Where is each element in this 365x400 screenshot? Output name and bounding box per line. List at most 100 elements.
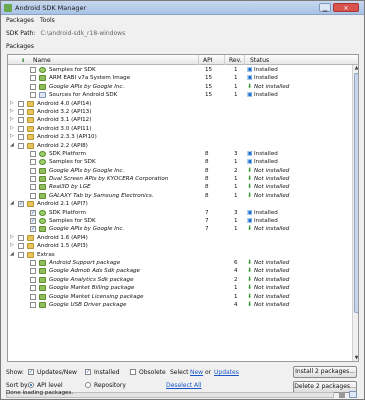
table-row[interactable]: ▷ Android 3.1 (API12) — [8, 116, 358, 124]
row-checkbox[interactable] — [30, 75, 36, 82]
row-checkbox[interactable] — [18, 251, 24, 258]
table-row[interactable]: Sources for Android SDK 15 1 ▣ Installed — [8, 91, 358, 99]
installed-checkbox[interactable]: ✓ — [85, 369, 91, 375]
table-row[interactable]: Google Market Billing package 1 ⬇ Not insta… — [8, 284, 358, 292]
column-rev[interactable]: Rev. — [229, 57, 242, 64]
table-row[interactable]: ▷ Android 3.0 (API11) — [8, 125, 358, 133]
expand-arrow-icon[interactable]: ▷ — [10, 125, 14, 131]
row-checkbox[interactable] — [18, 117, 24, 124]
row-checkbox[interactable] — [18, 108, 24, 115]
row-checkbox[interactable] — [18, 234, 24, 241]
select-new-link[interactable]: New — [190, 369, 203, 376]
table-row[interactable]: ◢ Android 2.2 (API8) — [8, 142, 358, 150]
table-row[interactable]: ▷ Android 4.0 (API14) — [8, 100, 358, 108]
row-checkbox[interactable] — [30, 150, 36, 157]
row-checkbox[interactable] — [30, 92, 36, 99]
column-status[interactable]: Status — [250, 57, 269, 64]
table-row[interactable]: ✓ SDK Platform 7 3 ▣ Installed — [8, 209, 358, 217]
table-row[interactable]: ◢ ✓ Android 2.1 (API7) — [8, 200, 358, 208]
row-checkbox[interactable] — [30, 276, 36, 283]
row-checkbox[interactable]: ✓ — [18, 201, 24, 208]
row-checkbox[interactable]: ✓ — [30, 226, 36, 233]
download-status-icon: ⬇ — [247, 175, 253, 183]
row-checkbox[interactable] — [30, 83, 36, 90]
vertical-scrollbar[interactable]: ▲ ▼ — [352, 65, 358, 361]
row-checkbox[interactable] — [30, 285, 36, 292]
install-packages-button[interactable]: Install 2 packages... — [293, 366, 357, 378]
row-checkbox[interactable] — [18, 243, 24, 250]
menu-packages[interactable]: Packages — [6, 17, 34, 24]
collapse-arrow-icon[interactable]: ◢ — [10, 142, 14, 148]
stop-icon[interactable] — [339, 392, 345, 398]
row-checkbox[interactable] — [30, 192, 36, 199]
expand-arrow-icon[interactable]: ▷ — [10, 108, 14, 114]
table-row[interactable]: ▷ Android 1.6 (API4) — [8, 234, 358, 242]
row-checkbox[interactable] — [30, 67, 36, 73]
sort-api-level-radio[interactable] — [28, 382, 34, 388]
table-row[interactable]: ▷ Android 1.5 (API3) — [8, 242, 358, 250]
expand-arrow-icon[interactable]: ▷ — [10, 133, 14, 139]
row-checkbox[interactable] — [30, 268, 36, 275]
row-checkbox[interactable] — [18, 100, 24, 107]
column-name[interactable]: Name — [33, 57, 51, 64]
table-row[interactable]: ▷ Android 2.3.3 (API10) — [8, 133, 358, 141]
pkg-icon — [39, 268, 46, 275]
table-row[interactable]: Android Support package 6 ⬇ Not installed — [8, 259, 358, 267]
table-row[interactable]: Google Admob Ads Sdk package 4 ⬇ Not instal… — [8, 267, 358, 275]
minimize-button[interactable]: ▁ — [319, 3, 331, 12]
expand-arrow-icon[interactable]: ▷ — [10, 100, 14, 106]
column-api[interactable]: API — [203, 57, 213, 64]
table-row[interactable]: SDK Platform 8 3 ▣ Installed — [8, 150, 358, 158]
table-row[interactable]: ◢ Extras — [8, 251, 358, 259]
collapse-arrow-icon[interactable]: ◢ — [10, 200, 14, 206]
package-name: Android Support package — [49, 259, 121, 266]
obsolete-checkbox[interactable] — [130, 369, 136, 375]
table-row[interactable]: Dual Screen APIs by KYOCERA Corporation 8… — [8, 175, 358, 183]
row-checkbox[interactable] — [18, 142, 24, 149]
menu-tools[interactable]: Tools — [40, 17, 55, 24]
row-checkbox[interactable] — [30, 301, 36, 308]
row-checkbox[interactable]: ✓ — [30, 218, 36, 225]
row-checkbox[interactable] — [30, 176, 36, 183]
row-checkbox[interactable] — [30, 293, 36, 300]
scrollbar-thumb[interactable] — [354, 73, 358, 313]
row-checkbox[interactable] — [30, 159, 36, 166]
table-row[interactable]: ARM EABI v7a System Image 15 1 ▣ Installed — [8, 74, 358, 82]
package-name: Samples for SDK — [49, 67, 96, 73]
row-checkbox[interactable] — [18, 125, 24, 132]
row-checkbox[interactable] — [18, 134, 24, 141]
table-row[interactable]: Google APIs by Google Inc. 8 2 ⬇ Not install… — [8, 166, 358, 175]
menu-bar: Packages Tools — [1, 15, 364, 25]
table-row[interactable]: Google USB Driver package 4 ⬇ Not installed — [8, 301, 358, 309]
log-window-icon[interactable] — [349, 391, 357, 398]
table-row[interactable]: Google Market Licensing package 1 ⬇ Not ins… — [8, 293, 358, 301]
expand-arrow-icon[interactable]: ▷ — [10, 116, 14, 122]
table-row[interactable]: Samples for SDK 8 1 ▣ Installed — [8, 158, 358, 166]
package-status: Installed — [254, 150, 278, 157]
expand-arrow-icon[interactable]: ▷ — [10, 242, 14, 248]
table-row[interactable]: ▷ Android 3.2 (API13) — [8, 108, 358, 116]
row-checkbox[interactable] — [30, 167, 36, 174]
sort-repository-radio[interactable] — [85, 382, 91, 388]
close-button[interactable]: ✕ — [333, 3, 359, 12]
table-row[interactable]: Google APIs by Google Inc. 15 1 ⬇ Not instal… — [8, 83, 358, 91]
download-status-icon: ⬇ — [247, 191, 253, 199]
collapse-arrow-icon[interactable]: ◢ — [10, 251, 14, 257]
download-status-icon: ⬇ — [247, 166, 253, 174]
table-row[interactable]: GALAXY Tab by Samsung Electronics. 8 1 ⬇ Not… — [8, 191, 358, 200]
package-name: Google APIs by Google Inc. — [49, 226, 125, 233]
select-updates-link[interactable]: Updates — [214, 369, 239, 376]
table-row[interactable]: ✓ Google APIs by Google Inc. 7 1 ⬇ Not instal… — [8, 225, 358, 233]
updates-new-checkbox[interactable]: ✓ — [28, 369, 34, 375]
row-checkbox[interactable]: ✓ — [30, 209, 36, 216]
expand-arrow-icon[interactable]: ▷ — [10, 234, 14, 240]
scroll-up-arrow-icon[interactable]: ▲ — [353, 65, 358, 72]
table-row[interactable]: ✓ Samples for SDK 7 1 ▣ Installed — [8, 217, 358, 225]
row-checkbox[interactable] — [30, 259, 36, 266]
table-row[interactable]: Real3D by LGE 8 1 ⬇ Not installed — [8, 183, 358, 191]
deselect-all-link[interactable]: Deselect All — [166, 382, 201, 389]
table-row[interactable]: Samples for SDK 15 1 ▣ Installed — [8, 66, 358, 74]
scroll-down-arrow-icon[interactable]: ▼ — [353, 355, 358, 361]
row-checkbox[interactable] — [30, 184, 36, 191]
table-row[interactable]: Google Analytics Sdk package 2 ⬇ Not instal… — [8, 276, 358, 284]
